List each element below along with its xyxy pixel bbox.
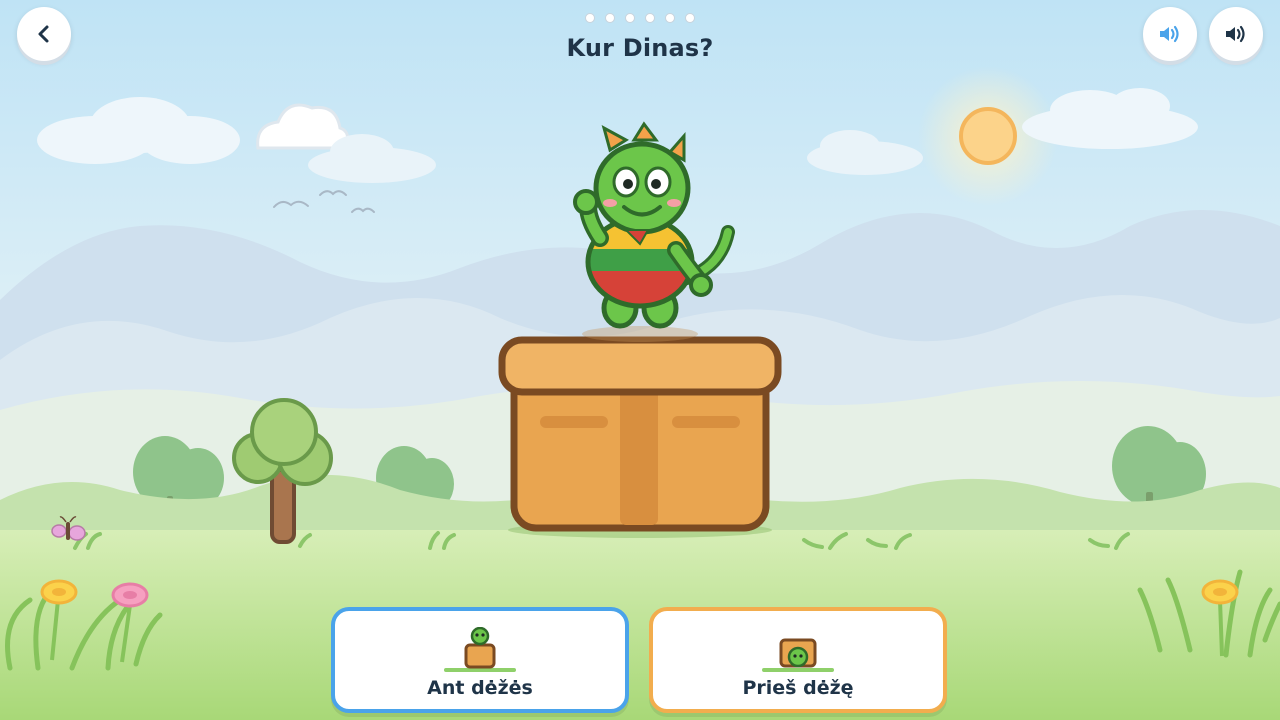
answer-option-on-box[interactable]: Ant dėžės bbox=[331, 607, 629, 713]
answer-option-in-front-of-box[interactable]: Prieš dėžę bbox=[649, 607, 947, 713]
sound-toggle-button[interactable] bbox=[1209, 7, 1263, 61]
progress-dot bbox=[645, 13, 655, 23]
grass-field bbox=[0, 530, 1280, 720]
speaker-icon bbox=[1160, 25, 1179, 43]
progress-dots bbox=[0, 13, 1280, 23]
progress-dot bbox=[665, 13, 675, 23]
scene-background bbox=[0, 0, 1280, 720]
question-title: Kur Dinas? bbox=[566, 34, 714, 62]
progress-dot bbox=[625, 13, 635, 23]
dino-in-front-of-box-icon bbox=[762, 638, 834, 672]
speaker-icon bbox=[1226, 25, 1245, 43]
answer-label: Ant dėžės bbox=[427, 677, 533, 699]
answer-label: Prieš dėžę bbox=[742, 677, 854, 699]
play-sound-button[interactable] bbox=[1143, 7, 1197, 61]
progress-dot bbox=[685, 13, 695, 23]
progress-dot bbox=[605, 13, 615, 23]
game-scene bbox=[0, 0, 1280, 720]
cardboard-box bbox=[498, 336, 782, 538]
progress-dot bbox=[585, 13, 595, 23]
dino-on-box-icon bbox=[444, 627, 516, 672]
